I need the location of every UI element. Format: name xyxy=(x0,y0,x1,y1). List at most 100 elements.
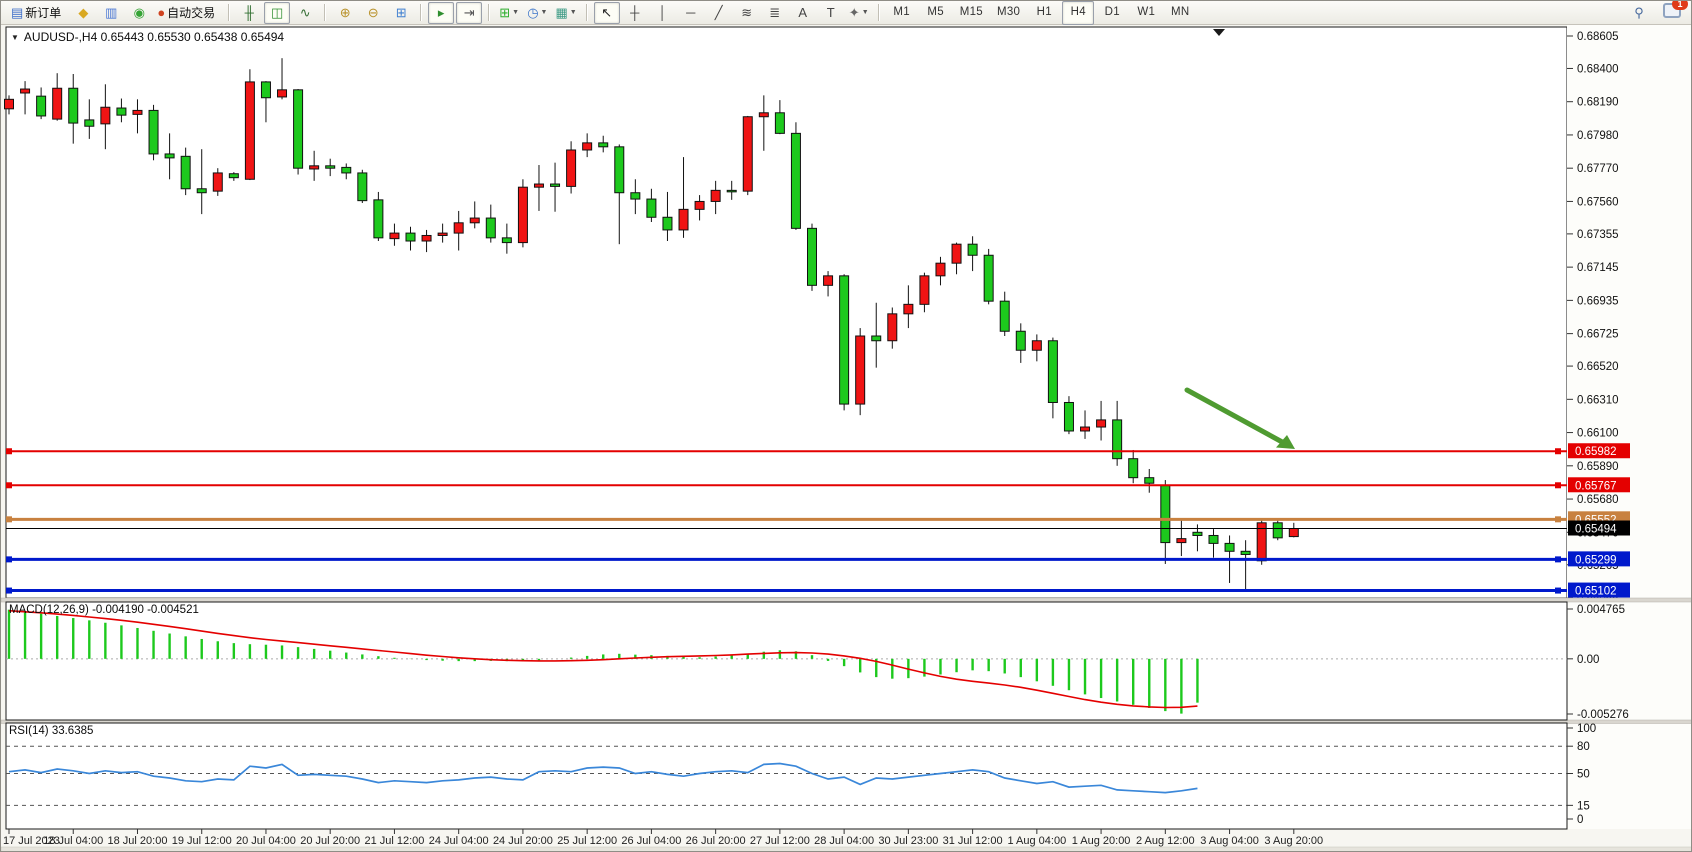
chevron-down-icon[interactable]: ▼ xyxy=(862,9,869,16)
price-tick-label: 0.66100 xyxy=(1577,428,1619,440)
timeframe-h4-button[interactable]: H4 xyxy=(1062,1,1094,25)
autotrade-button[interactable]: ●自动交易 xyxy=(154,2,222,24)
candle[interactable] xyxy=(840,274,849,410)
resistance-1-handle[interactable] xyxy=(1555,448,1561,454)
main-pane[interactable] xyxy=(6,27,1567,598)
time-tick-label: 26 Jul 04:00 xyxy=(621,835,681,847)
indicators-button[interactable]: ⊞▼ xyxy=(496,2,522,24)
resistance-1-handle[interactable] xyxy=(6,448,12,454)
chevron-down-icon[interactable]: ▼ xyxy=(512,9,519,16)
zoom-out-button[interactable]: ⊖ xyxy=(360,2,386,24)
rsi-indicator-label: RSI(14) 33.6385 xyxy=(9,725,93,737)
time-tick-label: 20 Jul 20:00 xyxy=(300,835,360,847)
bar-chart-button[interactable]: ╫ xyxy=(236,2,262,24)
candle-body xyxy=(727,190,736,192)
symbol-dropdown-icon[interactable]: ▼ xyxy=(11,33,19,42)
pane-separator[interactable] xyxy=(1,598,1692,602)
horizontal-scrollbar[interactable] xyxy=(1,847,1692,852)
timeframe-d1-button[interactable]: D1 xyxy=(1096,1,1128,25)
terminal-button[interactable]: ▥ xyxy=(98,2,124,24)
fibonacci-button[interactable]: ≣ xyxy=(762,2,788,24)
candle-body xyxy=(422,235,431,241)
rsi-pane[interactable] xyxy=(6,723,1567,829)
candle-body xyxy=(390,233,399,239)
candle[interactable] xyxy=(518,179,527,247)
support-zone-handle[interactable] xyxy=(6,516,12,522)
zoom-in-button[interactable]: ⊕ xyxy=(332,2,358,24)
candle[interactable] xyxy=(808,224,817,291)
channel-icon: ≋ xyxy=(741,6,752,19)
label-button[interactable]: T xyxy=(818,2,844,24)
signal-button[interactable]: ◉ xyxy=(126,2,152,24)
support-zone-handle[interactable] xyxy=(1555,516,1561,522)
vline-button[interactable]: │ xyxy=(650,2,676,24)
trendline-button[interactable]: ╱ xyxy=(706,2,732,24)
candle-body xyxy=(840,276,849,404)
timeframe-m5-button[interactable]: M5 xyxy=(920,1,952,25)
toolbar: ▤新订单◆▥◉●自动交易╫◫∿⊕⊖⊞▸⇥⊞▼◷▼▦▼↖┼│─╱≋≣AT✦▼M1M… xyxy=(1,1,1691,25)
candle-body xyxy=(261,82,270,98)
macd-pane[interactable] xyxy=(6,602,1567,720)
timeframe-mn-button[interactable]: MN xyxy=(1164,1,1196,25)
timeframe-m15-button[interactable]: M15 xyxy=(954,1,989,25)
symbol-header[interactable]: ▼ AUDUSD-,H4 0.65443 0.65530 0.65438 0.6… xyxy=(11,30,284,44)
support-2-handle[interactable] xyxy=(6,588,12,594)
candle-body xyxy=(1097,420,1106,427)
candle[interactable] xyxy=(984,249,993,304)
chevron-down-icon[interactable]: ▼ xyxy=(570,9,577,16)
candle[interactable] xyxy=(743,116,752,195)
candle[interactable] xyxy=(791,122,800,230)
time-tick-label: 1 Aug 04:00 xyxy=(1007,835,1066,847)
resistance-2-handle[interactable] xyxy=(6,482,12,488)
cursor-button[interactable]: ↖ xyxy=(594,2,620,24)
channel-button[interactable]: ≋ xyxy=(734,2,760,24)
chart-window-button[interactable]: ◆ xyxy=(70,2,96,24)
arrows-button[interactable]: ✦▼ xyxy=(846,2,872,24)
hline-button[interactable]: ─ xyxy=(678,2,704,24)
candle-body xyxy=(567,150,576,186)
candle[interactable] xyxy=(294,89,303,174)
candle-body xyxy=(551,184,560,186)
chart-shift-button[interactable]: ⇥ xyxy=(456,2,482,24)
candlestick-button[interactable]: ◫ xyxy=(264,2,290,24)
time-tick-label: 2 Aug 12:00 xyxy=(1136,835,1195,847)
chevron-down-icon[interactable]: ▼ xyxy=(541,9,548,16)
support-2-price-tag-label: 0.65102 xyxy=(1575,586,1617,598)
chart-canvas[interactable]: 0.686050.684000.681900.679800.677700.675… xyxy=(1,25,1692,852)
candle-body xyxy=(872,336,881,341)
rsi-axis-label: 100 xyxy=(1577,723,1596,735)
candle[interactable] xyxy=(149,105,158,160)
terminal-window: ▤新订单◆▥◉●自动交易╫◫∿⊕⊖⊞▸⇥⊞▼◷▼▦▼↖┼│─╱≋≣AT✦▼M1M… xyxy=(0,0,1692,852)
support-1-handle[interactable] xyxy=(1555,556,1561,562)
timeframe-m1-button[interactable]: M1 xyxy=(886,1,918,25)
toolbar-separator xyxy=(420,4,422,21)
price-tick-label: 0.67980 xyxy=(1577,130,1619,142)
crosshair-button[interactable]: ┼ xyxy=(622,2,648,24)
support-2-handle[interactable] xyxy=(1555,588,1561,594)
time-tick-label: 27 Jul 12:00 xyxy=(750,835,810,847)
candle-body xyxy=(326,166,335,168)
timeframe-w1-button[interactable]: W1 xyxy=(1130,1,1162,25)
line-chart-button[interactable]: ∿ xyxy=(292,2,318,24)
text-button[interactable]: A xyxy=(790,2,816,24)
support-1-handle[interactable] xyxy=(6,556,12,562)
candle[interactable] xyxy=(856,328,865,415)
time-tick-label: 18 Jul 04:00 xyxy=(43,835,103,847)
periods-button[interactable]: ◷▼ xyxy=(524,2,550,24)
candle-body xyxy=(1161,486,1170,543)
timeframe-h1-button[interactable]: H1 xyxy=(1028,1,1060,25)
candle[interactable] xyxy=(245,69,254,180)
price-tick-label: 0.68400 xyxy=(1577,63,1619,75)
tile-windows-button[interactable]: ⊞ xyxy=(388,2,414,24)
chat-button[interactable]: 1 xyxy=(1663,3,1681,23)
candle[interactable] xyxy=(358,170,367,203)
templates-button[interactable]: ▦▼ xyxy=(552,2,579,24)
new-order-button[interactable]: ▤新订单 xyxy=(8,2,68,24)
price-tick-label: 0.67145 xyxy=(1577,262,1619,274)
resistance-2-handle[interactable] xyxy=(1555,482,1561,488)
auto-scroll-button[interactable]: ▸ xyxy=(428,2,454,24)
timeframe-m30-button[interactable]: M30 xyxy=(991,1,1026,25)
bid-line-price-tag-label: 0.65494 xyxy=(1575,524,1617,536)
price-tick-label: 0.66935 xyxy=(1577,295,1619,307)
search-button[interactable]: ⚲ xyxy=(1626,2,1652,24)
